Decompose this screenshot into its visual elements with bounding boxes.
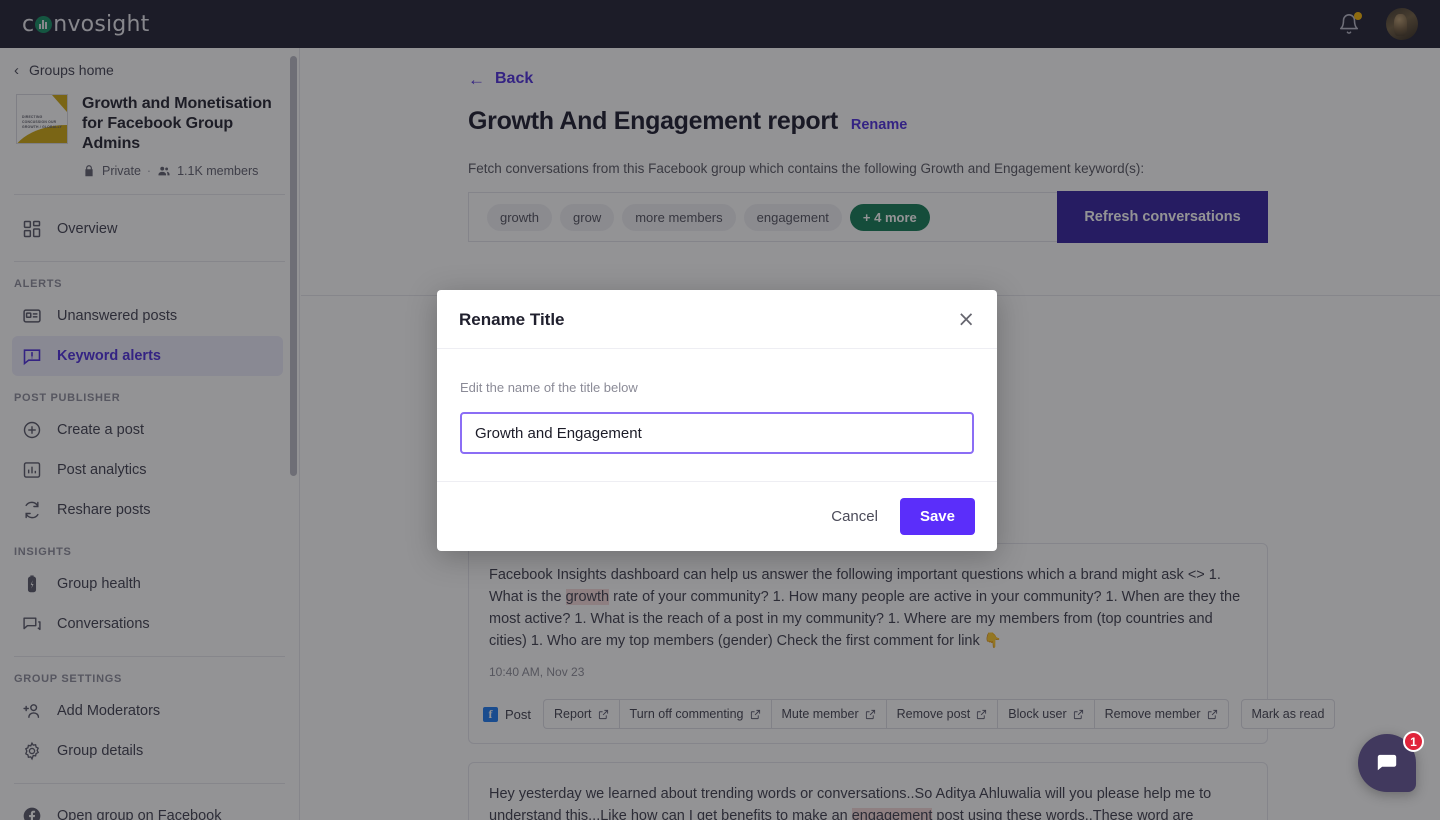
modal-title: Rename Title	[459, 309, 565, 329]
field-label: Edit the name of the title below	[460, 380, 638, 395]
chat-bubble-icon	[1374, 750, 1400, 776]
title-input[interactable]	[460, 412, 974, 454]
modal-footer: Cancel Save	[437, 482, 997, 551]
close-icon[interactable]: ×	[957, 309, 975, 330]
cancel-button[interactable]: Cancel	[831, 508, 878, 525]
save-button[interactable]: Save	[899, 498, 975, 535]
chat-unread-badge: 1	[1403, 731, 1424, 752]
rename-title-modal: Rename Title × Edit the name of the titl…	[437, 290, 997, 551]
modal-body: Edit the name of the title below	[437, 349, 997, 482]
modal-header: Rename Title ×	[437, 290, 997, 349]
app-root: c nvosight ‹ Groups home DIRECTING CONCUS…	[0, 0, 1440, 820]
